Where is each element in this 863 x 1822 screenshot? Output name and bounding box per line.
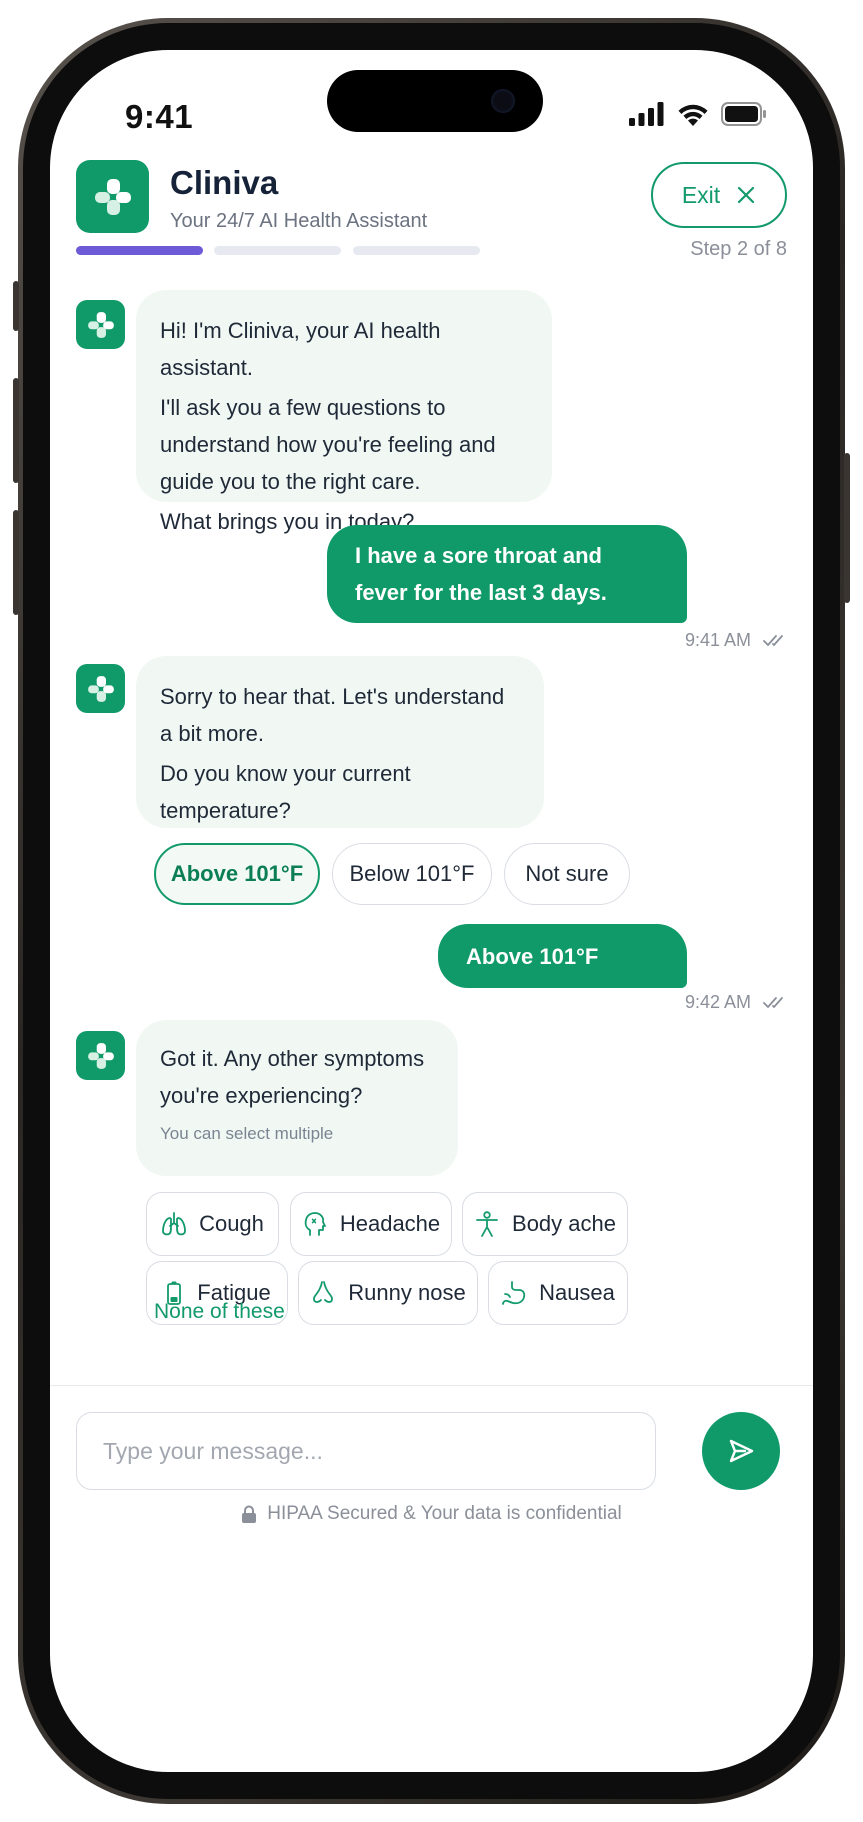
battery-icon <box>721 102 766 126</box>
exit-button[interactable]: Exit <box>651 162 787 228</box>
camera-icon <box>491 89 515 113</box>
wifi-icon <box>678 104 708 126</box>
body-icon <box>476 1211 498 1237</box>
message-meta: 9:41 AM <box>685 630 787 651</box>
none-of-these-link[interactable]: None of these <box>154 1300 285 1324</box>
medical-cross-icon <box>87 675 114 702</box>
app-logo <box>76 160 149 233</box>
bot-message: Hi! I'm Cliniva, your AI health assistan… <box>136 290 552 534</box>
message-line: Sorry to hear that. Let's understand a b… <box>160 684 505 746</box>
chip-label: Nausea <box>539 1280 615 1305</box>
double-check-icon <box>763 996 783 1008</box>
nose-icon <box>313 1281 334 1303</box>
lungs-icon <box>162 1212 186 1236</box>
dynamic-island <box>327 70 543 132</box>
chat-header: Cliniva Your 24/7 AI Health Assistant Ex… <box>76 160 787 250</box>
send-button[interactable] <box>702 1412 780 1490</box>
medical-cross-icon <box>87 311 114 338</box>
security-note: HIPAA Secured & Your data is confidentia… <box>50 1494 813 1534</box>
status-bar: 9:41 <box>50 50 813 170</box>
signal-icon <box>629 102 664 126</box>
message-hint: You can select multiple <box>160 1124 334 1143</box>
user-message: I have a sore throat and fever for the l… <box>327 525 687 623</box>
close-icon <box>738 186 755 204</box>
composer-divider <box>50 1385 813 1386</box>
head-icon <box>304 1212 326 1236</box>
bot-avatar <box>76 1031 125 1080</box>
symptom-cough[interactable]: Cough <box>146 1192 279 1256</box>
message-time: 9:42 AM <box>684 992 751 1012</box>
message-text: Above 101°F <box>466 943 599 969</box>
message-line: Hi! I'm Cliniva, your AI health assistan… <box>160 318 441 380</box>
security-note-text: HIPAA Secured & Your data is confidentia… <box>267 1503 622 1524</box>
message-time: 9:41 AM <box>684 630 751 650</box>
temp-option-below-101[interactable]: Below 101°F <box>332 843 492 905</box>
message-line: Got it. Any other symptoms you're experi… <box>160 1046 425 1108</box>
chip-label: Headache <box>339 1211 441 1236</box>
message-meta: 9:42 AM <box>685 992 787 1013</box>
chip-label: Runny nose <box>348 1280 466 1305</box>
message-line: Do you know your current temperature? <box>160 761 411 823</box>
chip-label: Below 101°F <box>349 861 475 886</box>
symptom-nausea[interactable]: Nausea <box>488 1261 628 1325</box>
message-line: I'll ask you a few questions to understa… <box>160 395 496 494</box>
app-screen: 9:41 Cliniva Your 24/7 AI Health Assista… <box>50 50 813 1772</box>
chip-label: Above 101°F <box>170 861 304 886</box>
medical-cross-icon <box>94 178 131 215</box>
symptom-runny-nose[interactable]: Runny nose <box>298 1261 478 1325</box>
user-message: Above 101°F <box>438 924 687 988</box>
stomach-icon <box>502 1281 526 1305</box>
progress-segment-2 <box>214 246 341 255</box>
double-check-icon <box>763 634 783 646</box>
progress-segment-3 <box>353 246 480 255</box>
symptom-headache[interactable]: Headache <box>290 1192 452 1256</box>
medical-cross-icon <box>87 1042 114 1069</box>
progress-indicator: Step 2 of 8 <box>76 238 787 268</box>
status-time: 9:41 <box>125 98 194 135</box>
app-title: Cliniva <box>170 164 279 201</box>
chip-label: Not sure <box>525 861 609 886</box>
send-icon <box>729 1439 754 1463</box>
temp-option-above-101[interactable]: Above 101°F <box>154 843 320 905</box>
temp-option-not-sure[interactable]: Not sure <box>504 843 630 905</box>
status-icons <box>629 102 767 126</box>
app-subtitle: Your 24/7 AI Health Assistant <box>170 210 428 232</box>
chip-label: Body ache <box>512 1211 616 1236</box>
chip-label: Cough <box>199 1211 264 1236</box>
bot-avatar <box>76 300 125 349</box>
action-button <box>13 281 19 331</box>
bot-message: Sorry to hear that. Let's understand a b… <box>136 656 544 828</box>
volume-down-button <box>13 510 19 615</box>
progress-segment-1 <box>76 246 203 255</box>
step-counter: Step 2 of 8 <box>690 238 787 260</box>
exit-label: Exit <box>681 181 721 208</box>
message-input[interactable] <box>76 1412 656 1490</box>
message-text: I have a sore throat and fever for the l… <box>355 543 607 605</box>
lock-icon <box>242 1505 257 1523</box>
bot-message: Got it. Any other symptoms you're experi… <box>136 1020 458 1176</box>
power-button <box>844 453 850 603</box>
volume-up-button <box>13 378 19 483</box>
symptom-body-ache[interactable]: Body ache <box>462 1192 628 1256</box>
bot-avatar <box>76 664 125 713</box>
